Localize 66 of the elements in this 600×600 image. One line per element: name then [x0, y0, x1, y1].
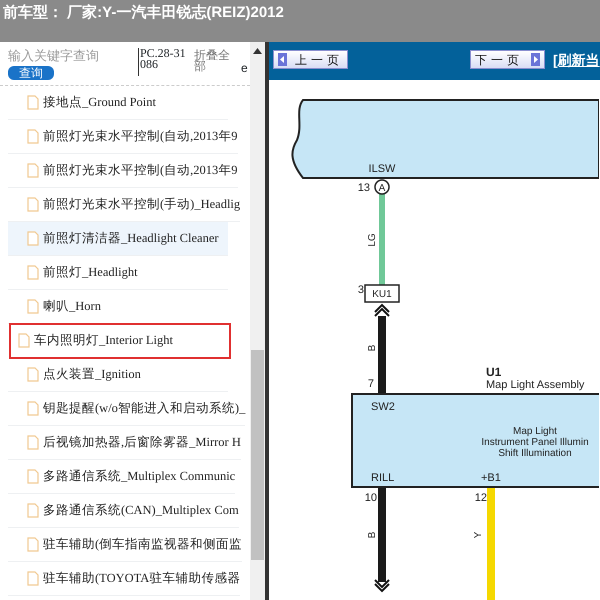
tree-item[interactable]: 驻车辅助(TOYOTA驻车辅助传感器 — [8, 562, 240, 596]
connector-label: A — [378, 183, 386, 194]
cut-text: e — [241, 60, 248, 77]
tree-item[interactable]: 驻车辅助(倒车指南监视器和侧面监 — [8, 528, 242, 562]
document-icon — [27, 197, 39, 212]
pin-number: 10 — [364, 492, 377, 504]
tree-item[interactable]: 多路通信系统(CAN)_Multiplex Com — [8, 494, 239, 528]
left-arrow-icon — [278, 53, 287, 66]
function-label: Shift Illumination — [498, 448, 572, 459]
connector-label: KU1 — [372, 289, 392, 300]
tree-item[interactable]: 接地点_Ground Point — [8, 86, 228, 120]
search-button[interactable]: 查询 — [8, 66, 54, 80]
double-arrow-up — [374, 304, 390, 317]
pin-label: ILSW — [368, 163, 396, 175]
tree-item[interactable]: 后视镜加热器,后窗除雾器_Mirror H — [8, 426, 241, 460]
connector-circle — [374, 179, 390, 195]
search-field[interactable]: 输入关键字查询 — [8, 46, 138, 66]
document-icon — [27, 95, 39, 110]
wire-code: Y — [473, 532, 484, 538]
document-icon — [27, 537, 39, 552]
document-icon — [27, 571, 39, 586]
double-arrow-down — [374, 579, 390, 592]
previous-page-button[interactable]: 上一页 — [273, 50, 348, 69]
document-icon — [27, 299, 39, 314]
wire-code: B — [367, 532, 378, 538]
document-icon — [27, 163, 39, 178]
refresh-link[interactable]: [刷新当 — [553, 50, 600, 71]
function-label: Map Light — [513, 426, 557, 437]
pin-label: RILL — [371, 472, 394, 484]
code-text: PC.28-31086 — [138, 48, 186, 76]
tree-item[interactable]: 前照灯光束水平控制(自动,2013年9 — [8, 120, 238, 154]
pin-number: 7 — [368, 378, 374, 390]
wire-code: LG — [367, 233, 378, 247]
tree-item[interactable]: 钥匙提醒(w/o智能进入和启动系统)_ — [8, 392, 246, 426]
function-label: Instrument Panel Illumin — [481, 437, 589, 448]
pin-number: 13 — [358, 182, 370, 194]
right-arrow-icon — [531, 53, 540, 66]
tree-item[interactable]: 前照灯清洁器_Headlight Cleaner — [8, 222, 228, 256]
collapse-all-link[interactable]: 折叠全部 — [194, 50, 238, 85]
tree-item[interactable]: 前照灯光束水平控制(自动,2013年9 — [8, 154, 238, 188]
component-name: Map Light Assembly — [486, 379, 584, 391]
document-icon — [27, 231, 39, 246]
document-icon — [27, 401, 39, 416]
pin-number: 12 — [474, 492, 487, 504]
document-icon — [27, 469, 39, 484]
tree-item[interactable]: 喇叭_Horn — [8, 290, 228, 324]
pin-label: +B1 — [481, 472, 501, 484]
tree-item[interactable]: 车内照明灯_Interior Light — [10, 324, 230, 358]
next-page-button[interactable]: 下一页 — [470, 50, 545, 69]
scroll-thumb[interactable] — [251, 350, 264, 560]
document-icon — [27, 435, 39, 450]
pin-label: SW2 — [371, 401, 395, 413]
document-icon — [27, 367, 39, 382]
scroll-up-arrow-icon[interactable] — [253, 48, 262, 54]
connector-box — [364, 284, 400, 303]
tree-item[interactable]: 前照灯_Headlight — [8, 256, 228, 290]
window-title: 前车型： 厂家:Y-一汽丰田锐志(REIZ)2012 — [2, 3, 284, 23]
wire-code: B — [367, 344, 378, 352]
document-icon — [27, 129, 39, 144]
tree-item[interactable]: 多路通信系统_Multiplex Communic — [8, 460, 236, 494]
tree-item[interactable]: 点火装置_Ignition — [8, 358, 228, 392]
component-id: U1 — [486, 365, 502, 379]
pin-number: 3 — [358, 284, 364, 296]
document-icon — [27, 265, 39, 280]
document-icon — [27, 503, 39, 518]
document-icon — [18, 333, 30, 348]
